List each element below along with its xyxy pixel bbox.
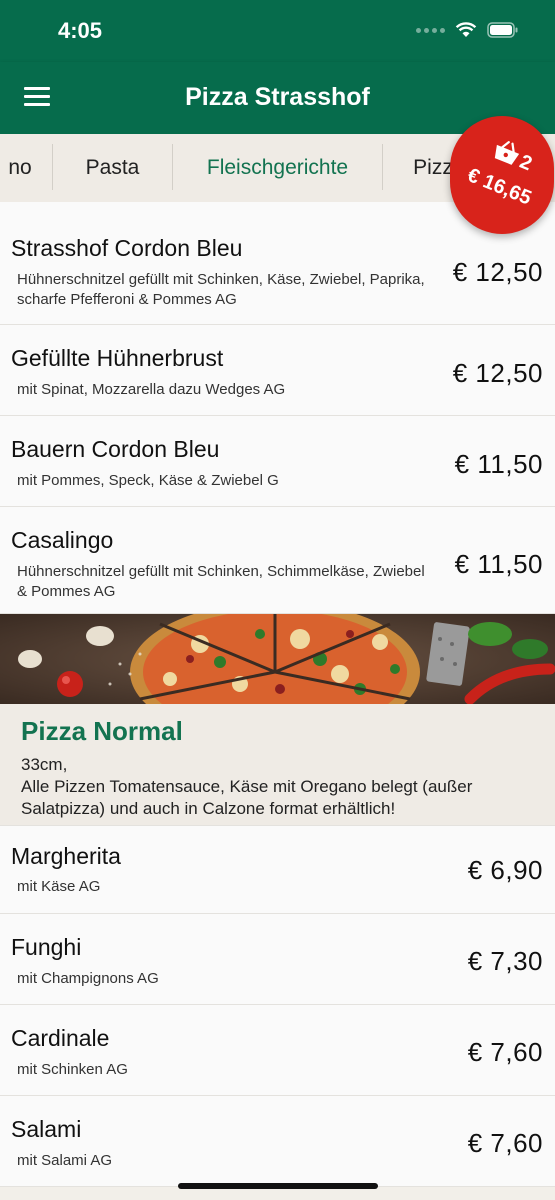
item-description: mit Salami AG — [17, 1152, 113, 1169]
item-price: € 11,50 — [454, 549, 543, 579]
menu-item[interactable]: Bauern Cordon Bleu mit Pommes, Speck, Kä… — [0, 416, 555, 507]
tab-antipasto[interactable]: no — [0, 134, 50, 202]
menu-item[interactable]: Salami mit Salami AG € 7,60 — [0, 1096, 555, 1187]
menu-item[interactable]: Funghi mit Champignons AG € 7,30 — [0, 914, 555, 1005]
status-icons — [416, 22, 519, 38]
item-name: Salami — [11, 1116, 82, 1142]
item-price: € 7,60 — [467, 1037, 543, 1067]
menu-item[interactable]: Margherita mit Käse AG € 6,90 — [0, 826, 555, 914]
section-description-size: 33cm, — [21, 755, 68, 774]
item-name: Strasshof Cordon Bleu — [11, 235, 243, 261]
menu-item[interactable]: Gefüllte Hühnerbrust mit Spinat, Mozzare… — [0, 325, 555, 416]
item-name: Bauern Cordon Bleu — [11, 436, 220, 462]
item-price: € 7,60 — [467, 1128, 543, 1158]
item-price: € 11,50 — [454, 449, 543, 479]
status-bar: 4:05 — [0, 0, 555, 62]
item-description: mit Spinat, Mozzarella dazu Wedges AG — [17, 381, 286, 398]
section-header-pizza-normal: Pizza Normal 33cm, Alle Pizzen Tomatensa… — [0, 704, 555, 826]
item-description: mit Pommes, Speck, Käse & Zwiebel G — [17, 472, 279, 489]
home-indicator[interactable] — [178, 1183, 378, 1189]
item-name: Margherita — [11, 843, 121, 869]
signal-icon — [416, 27, 445, 33]
menu-item[interactable]: Strasshof Cordon Bleu Hühnerschnitzel ge… — [0, 214, 555, 325]
tab-pasta[interactable]: Pasta — [53, 134, 172, 202]
cart-button[interactable]: 2 € 16,65 — [450, 116, 554, 234]
item-name: Gefüllte Hühnerbrust — [11, 345, 224, 371]
item-name: Funghi — [11, 934, 82, 960]
item-description: mit Champignons AG — [17, 970, 159, 987]
section-title: Pizza Normal — [21, 716, 183, 746]
item-description: Hühnerschnitzel gefüllt mit Schinken, Sc… — [17, 563, 425, 600]
menu-item[interactable]: Casalingo Hühnerschnitzel gefüllt mit Sc… — [0, 507, 555, 614]
status-time: 4:05 — [58, 18, 103, 43]
battery-icon — [487, 22, 519, 38]
item-price: € 12,50 — [452, 257, 543, 287]
item-price: € 6,90 — [467, 855, 543, 885]
section-description-text: Alle Pizzen Tomatensauce, Käse mit Orega… — [21, 777, 473, 818]
tab-fleischgerichte[interactable]: Fleischgerichte — [173, 134, 382, 202]
item-name: Casalingo — [11, 527, 114, 553]
menu-item[interactable]: Cardinale mit Schinken AG € 7,60 — [0, 1005, 555, 1096]
item-description: mit Käse AG — [17, 878, 101, 895]
wifi-icon — [455, 22, 477, 38]
item-price: € 7,30 — [467, 946, 543, 976]
item-description: mit Schinken AG — [17, 1061, 128, 1078]
item-price: € 12,50 — [452, 358, 543, 388]
section-description: 33cm, Alle Pizzen Tomatensauce, Käse mit… — [21, 754, 541, 820]
item-description: Hühnerschnitzel gefüllt mit Schinken, Kä… — [17, 271, 425, 308]
item-name: Cardinale — [11, 1025, 110, 1051]
menu-list: Strasshof Cordon Bleu Hühnerschnitzel ge… — [0, 202, 555, 1187]
pizza-banner-image — [0, 614, 555, 704]
